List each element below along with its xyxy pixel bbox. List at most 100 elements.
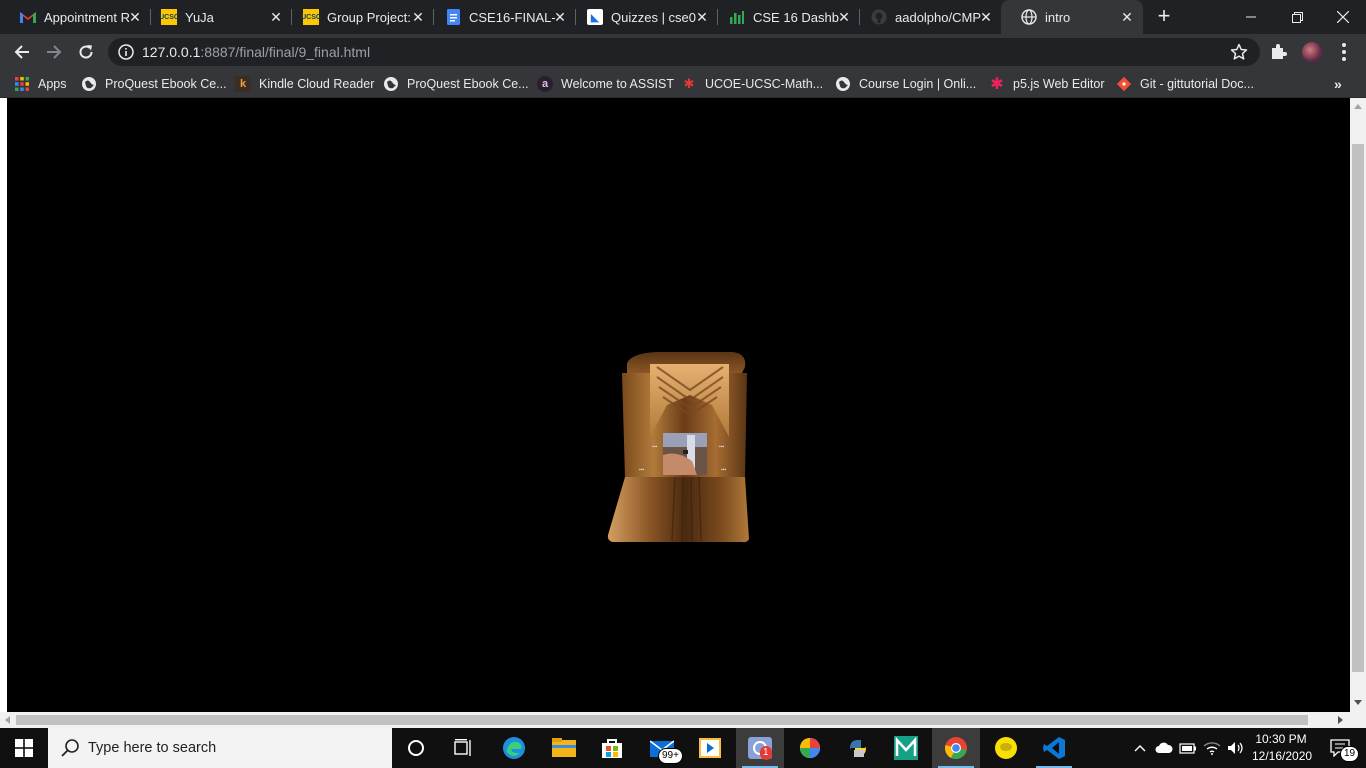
close-window-button[interactable] (1320, 0, 1366, 34)
wifi-icon[interactable] (1202, 738, 1222, 758)
start-button[interactable] (0, 728, 48, 768)
notification-center-button[interactable]: 19 (1320, 728, 1360, 768)
dashboard-icon (729, 9, 745, 25)
profile-avatar[interactable] (1302, 42, 1322, 62)
close-icon[interactable]: ✕ (410, 9, 426, 25)
bookmark-label: Git - gittutorial Doc... (1140, 77, 1254, 91)
onedrive-cloud-icon[interactable] (1154, 738, 1174, 758)
taskbar-search[interactable]: Type here to search (48, 728, 392, 768)
horizontal-scrollbar[interactable] (0, 712, 1366, 728)
back-button[interactable] (8, 38, 36, 66)
close-icon[interactable]: ✕ (268, 9, 284, 25)
taskbar-edge[interactable] (490, 728, 538, 768)
reload-button[interactable] (72, 38, 100, 66)
system-clock[interactable]: 10:30 PM 12/16/2020 (1252, 731, 1312, 765)
kindle-icon: k (235, 76, 251, 92)
bookmark-git[interactable]: Git - gittutorial Doc... (1116, 74, 1254, 94)
chat-app-icon (995, 737, 1017, 759)
chrome-icon (945, 737, 967, 760)
bookmark-proquest-2[interactable]: ProQuest Ebook Ce... (383, 74, 529, 94)
globe-icon (835, 76, 851, 92)
address-bar[interactable]: 127.0.0.1:8887/final/final/9_final.html (108, 38, 1260, 66)
bookmark-star-icon[interactable] (1230, 43, 1248, 61)
scroll-right-arrow-icon[interactable] (1338, 716, 1343, 724)
math-app-icon (894, 736, 918, 760)
scroll-left-arrow-icon[interactable] (5, 716, 10, 724)
taskbar-media-player[interactable] (686, 728, 734, 768)
chevron-up-icon[interactable] (1130, 738, 1150, 758)
ucoe-icon: ✱ (683, 76, 695, 91)
bookmark-label: Kindle Cloud Reader (259, 77, 375, 91)
close-icon[interactable]: ✕ (978, 9, 994, 25)
python-icon (850, 740, 866, 757)
close-icon[interactable]: ✕ (694, 9, 710, 25)
bookmark-apps[interactable]: Apps (14, 74, 67, 94)
p5js-icon: ✱ (990, 76, 1004, 93)
bookmark-assist[interactable]: a Welcome to ASSIST (537, 74, 674, 94)
cortana-button[interactable] (392, 728, 440, 768)
google-docs-icon (445, 9, 461, 25)
3d-canvas[interactable]: ▪▪▪ ▪▪▪ ▪▪▪ ▪▪▪ (7, 105, 1350, 712)
globe-icon (383, 76, 399, 92)
taskbar-photos[interactable] (786, 728, 834, 768)
taskbar-python[interactable] (834, 728, 882, 768)
tab-github[interactable]: aadolpho/CMP ✕ (851, 0, 1002, 34)
taskbar-kakaotalk[interactable] (982, 728, 1030, 768)
bookmark-label: UCOE-UCSC-Math... (705, 77, 824, 91)
windows-taskbar: Type here to search 99+ 1 10:30 PM 12/16… (0, 728, 1366, 768)
cortana-icon (408, 740, 424, 756)
taskbar-chrome[interactable] (932, 728, 980, 768)
vertical-scrollbar[interactable] (1350, 98, 1366, 712)
bookmark-ucoe[interactable]: ✱ UCOE-UCSC-Math... (681, 74, 824, 94)
store-icon (602, 739, 622, 758)
restore-button[interactable] (1274, 0, 1320, 34)
vscode-icon (1043, 737, 1065, 759)
more-options-icon[interactable] (1334, 40, 1354, 64)
bookmark-label: ProQuest Ebook Ce... (407, 77, 529, 91)
model-mark: ▪▪▪ (639, 467, 645, 473)
bookmark-label: p5.js Web Editor (1013, 77, 1105, 91)
bookmarks-bar: Apps ProQuest Ebook Ce... k Kindle Cloud… (0, 70, 1366, 98)
taskbar-game-app[interactable]: 1 (736, 728, 784, 768)
bookmark-course-login[interactable]: Course Login | Onli... (835, 74, 976, 94)
more-bookmarks-chevron-icon[interactable]: » (1334, 76, 1342, 92)
video-player-icon (699, 738, 721, 758)
bookmark-kindle[interactable]: k Kindle Cloud Reader (235, 74, 374, 94)
taskbar-file-explorer[interactable] (540, 728, 588, 768)
tab-cse16-final[interactable]: CSE16-FINAL-F ✕ (425, 0, 576, 34)
apps-grid-icon (14, 76, 30, 92)
battery-icon[interactable] (1178, 738, 1198, 758)
url-text[interactable]: 127.0.0.1:8887/final/final/9_final.html (142, 44, 370, 60)
task-view-button[interactable] (440, 728, 488, 768)
horizontal-scroll-thumb[interactable] (16, 715, 1308, 725)
scroll-up-arrow-icon[interactable] (1354, 104, 1362, 109)
minimize-button[interactable] (1228, 0, 1274, 34)
mail-badge: 1 (760, 746, 772, 760)
vertical-scroll-thumb[interactable] (1352, 144, 1364, 672)
tab-intro[interactable]: intro ✕ (1001, 0, 1143, 34)
tab-quizzes[interactable]: ◣ Quizzes | cse01 ✕ (567, 0, 718, 34)
taskbar-mail[interactable]: 99+ (638, 728, 686, 768)
bookmark-proquest-1[interactable]: ProQuest Ebook Ce... (81, 74, 227, 94)
volume-icon[interactable] (1226, 738, 1246, 758)
new-tab-button[interactable]: + (1152, 5, 1176, 29)
close-icon[interactable]: ✕ (1119, 9, 1135, 25)
info-icon[interactable] (118, 44, 134, 60)
close-icon[interactable]: ✕ (836, 9, 852, 25)
extensions-puzzle-icon[interactable] (1268, 42, 1288, 62)
taskbar-store[interactable] (588, 728, 636, 768)
assist-icon: a (537, 76, 553, 92)
tab-yuja[interactable]: UCSC YuJa ✕ (141, 0, 292, 34)
model-mark: ▪▪▪ (652, 444, 658, 450)
scroll-down-arrow-icon[interactable] (1354, 700, 1362, 705)
tab-title: Quizzes | cse01 (611, 9, 697, 25)
globe-icon (1021, 9, 1037, 25)
taskbar-mathway[interactable] (882, 728, 930, 768)
tab-cse16-dashboard[interactable]: CSE 16 Dashbo ✕ (709, 0, 860, 34)
bookmark-p5js[interactable]: ✱ p5.js Web Editor (989, 74, 1104, 94)
forward-button[interactable] (40, 38, 68, 66)
tab-group-project[interactable]: UCSC Group Project: ✕ (283, 0, 434, 34)
close-icon[interactable]: ✕ (552, 9, 568, 25)
tab-appointment[interactable]: Appointment R ✕ (0, 0, 151, 34)
taskbar-vscode[interactable] (1030, 728, 1078, 768)
